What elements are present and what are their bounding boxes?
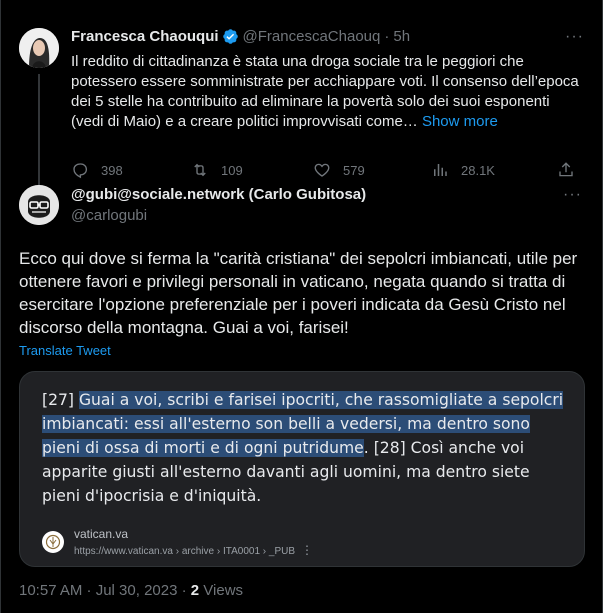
site-url: https://www.vatican.va › archive › ITA00… — [74, 543, 313, 557]
author-handle[interactable]: @carlogubi — [71, 207, 147, 224]
author-name[interactable]: Francesca Chaouqui — [71, 28, 219, 45]
embedded-screenshot-card[interactable]: [27] Guai a voi, scribi e farisei ipocri… — [19, 371, 585, 567]
like-count: 579 — [343, 162, 365, 178]
reply-button[interactable]: 398 — [71, 161, 191, 179]
share-icon — [559, 162, 573, 177]
views-count: 2 — [190, 582, 200, 599]
retweet-icon — [194, 163, 206, 177]
thread-line — [38, 74, 40, 202]
heart-icon — [314, 163, 330, 177]
parent-tweet-header: Francesca Chaouqui @FrancescaChaouq · 5h — [71, 28, 410, 45]
views-count: 28.1K — [461, 162, 495, 178]
author-name[interactable]: @gubi@sociale.network (Carlo Gubitosa) — [71, 186, 366, 203]
parent-tweet-text: Il reddito di cittadinanza è stata una d… — [71, 52, 583, 132]
views-button[interactable]: 28.1K — [431, 161, 557, 179]
reply-count: 398 — [101, 162, 123, 178]
card-text: [27] Guai a voi, scribi e farisei ipocri… — [42, 388, 572, 508]
vatican-seal-icon — [42, 531, 64, 553]
avatar[interactable] — [19, 28, 59, 68]
timestamp[interactable]: 10:57 AM · Jul 30, 2023 · — [19, 582, 191, 599]
views-label: Views — [199, 582, 244, 599]
translate-tweet-link[interactable]: Translate Tweet — [19, 343, 111, 358]
share-button[interactable] — [557, 161, 575, 179]
tweet-time[interactable]: 5h — [393, 28, 410, 45]
separator: · — [384, 28, 390, 45]
more-options-button[interactable]: ··· — [563, 186, 582, 204]
like-button[interactable]: 579 — [313, 161, 431, 179]
tweet-actions: 398 109 579 28.1K — [71, 160, 583, 180]
site-url-text: https://www.vatican.va › archive › ITA00… — [74, 546, 296, 557]
kebab-menu-icon[interactable]: ⋮ — [301, 543, 313, 557]
tweet-text: Il reddito di cittadinanza è stata una d… — [71, 53, 579, 130]
tweet-thread: Francesca Chaouqui @FrancescaChaouq · 5h… — [0, 0, 603, 613]
avatar[interactable] — [19, 185, 59, 225]
tweet-meta: 10:57 AM · Jul 30, 2023 · 2 Views — [19, 582, 243, 599]
main-tweet-text: Ecco qui dove si ferma la "carità cristi… — [19, 249, 578, 337]
parent-tweet[interactable]: Francesca Chaouqui @FrancescaChaouq · 5h… — [1, 18, 603, 202]
reply-icon — [73, 163, 88, 179]
verse-number: [27] — [42, 391, 79, 409]
author-handle[interactable]: @FrancescaChaouq — [243, 28, 381, 45]
source-details: vatican.va https://www.vatican.va › arch… — [74, 527, 313, 557]
show-more-link[interactable]: Show more — [422, 113, 498, 130]
main-tweet-header: @gubi@sociale.network (Carlo Gubitosa) — [71, 186, 366, 203]
site-name: vatican.va — [74, 527, 129, 541]
retweet-count: 109 — [221, 162, 243, 178]
more-options-button[interactable]: ··· — [565, 28, 584, 46]
retweet-button[interactable]: 109 — [191, 161, 313, 179]
card-source[interactable]: vatican.va https://www.vatican.va › arch… — [42, 527, 313, 557]
analytics-icon — [434, 164, 447, 176]
verified-badge-icon — [222, 28, 239, 45]
